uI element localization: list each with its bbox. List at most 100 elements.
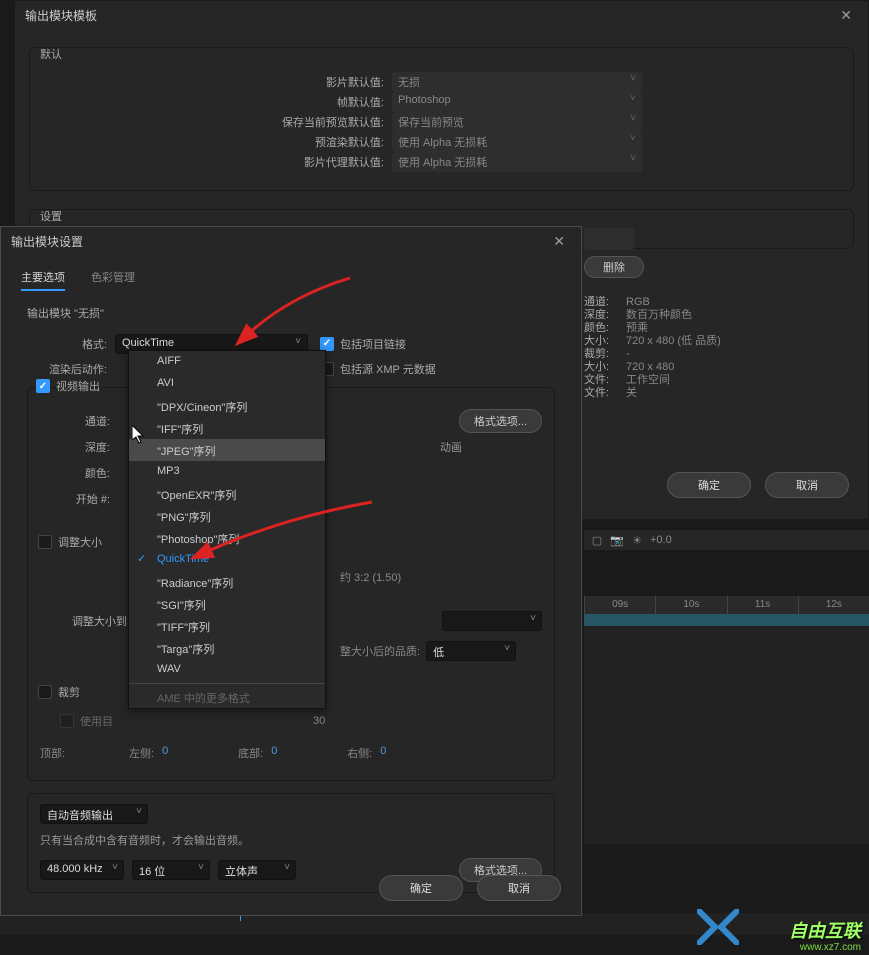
format-option-radiance[interactable]: "Radiance"序列 xyxy=(129,571,325,593)
format-option-dpx[interactable]: "DPX/Cineon"序列 xyxy=(129,395,325,417)
close-icon[interactable]: ✕ xyxy=(834,7,858,24)
channel-label: 通道: xyxy=(40,413,118,429)
settings-panel-label: 设置 xyxy=(40,208,62,224)
info-outfile-val: 关 xyxy=(626,387,637,400)
dialog2-titlebar: 输出模块设置 ✕ xyxy=(1,227,581,255)
preview-default-label: 保存当前预览默认值: xyxy=(42,114,392,130)
info-color-val: 预乘 xyxy=(626,322,648,335)
preview-default-select[interactable]: 保存当前预览 xyxy=(392,112,642,132)
settings-cancel-button[interactable]: 取消 xyxy=(477,875,561,901)
info-channel-key: 通道: xyxy=(584,296,626,309)
proxy-default-label: 影片代理默认值: xyxy=(42,154,392,170)
format-option-mp3[interactable]: MP3 xyxy=(129,461,325,483)
proxy-default-select[interactable]: 使用 Alpha 无损耗 xyxy=(392,152,642,172)
ruler-tick: 11s xyxy=(727,596,798,614)
tab-color-management[interactable]: 色彩管理 xyxy=(91,269,135,291)
watermark-url: www.xz7.com xyxy=(800,942,861,953)
format-options-button[interactable]: 格式选项... xyxy=(459,409,542,433)
format-option-jpeg[interactable]: "JPEG"序列 xyxy=(129,439,325,461)
format-option-sgi[interactable]: "SGI"序列 xyxy=(129,593,325,615)
format-label: 格式: xyxy=(27,336,115,352)
use-roi-checkbox[interactable] xyxy=(60,714,74,728)
resize-quality-select[interactable]: 低 xyxy=(426,641,516,661)
format-dropdown-list: AIFF AVI "DPX/Cineon"序列 "IFF"序列 "JPEG"序列… xyxy=(128,350,326,709)
format-option-openexr[interactable]: "OpenEXR"序列 xyxy=(129,483,325,505)
crop-checkbox[interactable] xyxy=(38,685,52,699)
postrender-label: 渲染后动作: xyxy=(27,361,115,377)
exposure-value[interactable]: +0.0 xyxy=(650,534,672,546)
format-option-photoshop[interactable]: "Photoshop"序列 xyxy=(129,527,325,549)
module-name-label: 输出模块 "无损" xyxy=(1,291,581,325)
include-link-label: 包括项目链接 xyxy=(340,336,406,352)
exposure-icon[interactable]: ☀ xyxy=(630,533,644,547)
use-roi-label: 使用目 xyxy=(80,713,113,729)
crop-left-label: 左侧: xyxy=(129,745,154,761)
movie-default-label: 影片默认值: xyxy=(42,74,392,90)
sample-rate-select[interactable]: 48.000 kHz xyxy=(40,860,124,880)
startnum-label: 开始 #: xyxy=(40,491,118,507)
crop-right-input[interactable]: 0 xyxy=(376,744,426,762)
info-profile-val: 工作空间 xyxy=(626,374,670,387)
side-dropdown[interactable] xyxy=(584,228,634,250)
resize-to-preset[interactable] xyxy=(442,611,542,631)
templates-ok-button[interactable]: 确定 xyxy=(667,472,751,498)
templates-cancel-button[interactable]: 取消 xyxy=(765,472,849,498)
format-option-avi[interactable]: AVI xyxy=(129,373,325,395)
info-panel: 通道:RGB 深度:数百万种颜色 颜色:预乘 大小:720 x 480 (低 品… xyxy=(584,296,844,400)
bit-depth-select[interactable]: 16 位 xyxy=(132,860,210,880)
timeline-ruler[interactable]: 09s 10s 11s 12s xyxy=(584,596,869,614)
ruler-tick: 12s xyxy=(798,596,869,614)
lock-aspect-label: 约 3:2 (1.50) xyxy=(340,569,401,585)
dialog1-titlebar: 输出模块模板 ✕ xyxy=(15,1,868,29)
audio-note: 只有当合成中含有音频时，才会输出音频。 xyxy=(40,832,542,848)
resize-label: 调整大小 xyxy=(58,534,102,550)
info-outfile-key: 文件: xyxy=(584,387,626,400)
timeline-track-area[interactable] xyxy=(584,614,869,844)
crop-label: 裁剪 xyxy=(58,684,80,700)
ruler-tick: 09s xyxy=(584,596,655,614)
resize-checkbox[interactable] xyxy=(38,535,52,549)
defaults-panel-label: 默认 xyxy=(40,46,62,62)
resize-quality-label: 整大小后的品质: xyxy=(340,643,420,659)
info-channel-val: RGB xyxy=(626,296,650,309)
info-size-val: 720 x 480 (低 品质) xyxy=(626,335,721,348)
format-option-png[interactable]: "PNG"序列 xyxy=(129,505,325,527)
delete-button[interactable]: 删除 xyxy=(584,256,644,278)
prerender-default-select[interactable]: 使用 Alpha 无损耗 xyxy=(392,132,642,152)
video-output-checkbox[interactable] xyxy=(36,379,50,393)
include-xmp-label: 包括源 XMP 元数据 xyxy=(340,361,436,377)
settings-ok-button[interactable]: 确定 xyxy=(379,875,463,901)
format-option-quicktime[interactable]: QuickTime xyxy=(129,549,325,571)
crop-right-label: 右侧: xyxy=(347,745,372,761)
format-option-targa[interactable]: "Targa"序列 xyxy=(129,637,325,659)
depth-label: 深度: xyxy=(40,439,118,455)
format-option-iff[interactable]: "IFF"序列 xyxy=(129,417,325,439)
crop-left-input[interactable]: 0 xyxy=(158,744,208,762)
watermark-text: 自由互联 xyxy=(789,917,861,943)
crop-bottom-label: 底部: xyxy=(238,745,263,761)
info-depth-val: 数百万种颜色 xyxy=(626,309,692,322)
info-color-key: 颜色: xyxy=(584,322,626,335)
dialog1-title: 输出模块模板 xyxy=(25,7,97,24)
snapshot-icon[interactable]: ▢ xyxy=(590,533,604,547)
format-option-ame-more: AME 中的更多格式 xyxy=(129,686,325,708)
tabs: 主要选项 色彩管理 xyxy=(1,255,581,291)
close-icon[interactable]: ✕ xyxy=(547,233,571,250)
format-option-wav[interactable]: WAV xyxy=(129,659,325,681)
info-fsize-key: 大小: xyxy=(584,361,626,374)
frame-default-select[interactable]: Photoshop xyxy=(392,92,642,112)
resize-to-label: 调整大小到: xyxy=(40,613,138,629)
crop-bottom-input[interactable]: 0 xyxy=(267,744,317,762)
audio-output-mode[interactable]: 自动音频输出 xyxy=(40,804,148,824)
movie-default-select[interactable]: 无损 xyxy=(392,72,642,92)
defaults-panel: 默认 影片默认值:无损 帧默认值:Photoshop 保存当前预览默认值:保存当… xyxy=(29,47,854,191)
frame-default-label: 帧默认值: xyxy=(42,94,392,110)
channels-select[interactable]: 立体声 xyxy=(218,860,296,880)
format-option-aiff[interactable]: AIFF xyxy=(129,351,325,373)
camera-icon[interactable]: 📷 xyxy=(610,533,624,547)
include-link-checkbox[interactable] xyxy=(320,337,334,351)
tab-main-options[interactable]: 主要选项 xyxy=(21,269,65,291)
format-option-tiff[interactable]: "TIFF"序列 xyxy=(129,615,325,637)
timeline-toolbar: ▢ 📷 ☀ +0.0 xyxy=(584,530,869,550)
info-size-key: 大小: xyxy=(584,335,626,348)
